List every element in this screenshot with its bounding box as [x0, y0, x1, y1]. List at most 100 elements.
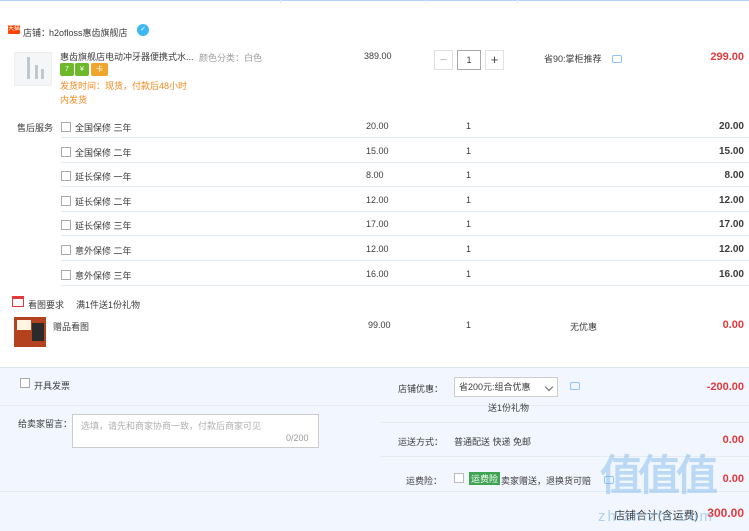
- service-row-divider: [61, 137, 749, 138]
- gift-image-shape: [17, 320, 31, 330]
- coupon-amount: -200.00: [706, 381, 744, 393]
- column-divider: [425, 0, 426, 3]
- service-total: 17.00: [718, 219, 744, 230]
- service-total: 8.00: [724, 170, 744, 181]
- service-checkbox[interactable]: [61, 147, 71, 157]
- service-row-divider: [61, 211, 749, 212]
- service-row-divider: [61, 186, 749, 187]
- seven-day-return-badge[interactable]: 7: [60, 63, 74, 76]
- card-pay-badge[interactable]: 卡: [91, 63, 108, 76]
- table-top-border: [0, 0, 749, 3]
- service-total: 20.00: [718, 121, 744, 132]
- service-name: 延长保修 二年: [75, 197, 132, 207]
- gift-thumbnail[interactable]: [14, 317, 46, 347]
- ww-chat-icon[interactable]: ✓: [137, 24, 149, 36]
- product-sku: 颜色分类：白色: [199, 53, 263, 63]
- service-total: 12.00: [718, 244, 744, 255]
- service-price: 16.00: [366, 269, 389, 279]
- insurance-amount: 0.00: [722, 473, 744, 485]
- after-sale-title: 售后服务: [17, 123, 54, 133]
- shop-name-link[interactable]: h2ofloss惠齿旗舰店: [49, 26, 128, 39]
- promo-info-icon[interactable]: [612, 55, 622, 63]
- gift-image-shape: [32, 323, 44, 341]
- service-total: 12.00: [718, 195, 744, 206]
- watermark-url: zhizhizhi.com: [598, 508, 715, 525]
- service-price: 20.00: [366, 121, 389, 131]
- service-price: 12.00: [366, 195, 389, 205]
- quantity-plus-button[interactable]: +: [485, 50, 504, 70]
- gift-rule: 满1件送1份礼物: [76, 300, 141, 310]
- service-row-divider: [61, 235, 749, 236]
- service-row-divider: [61, 285, 749, 286]
- service-row-divider: [61, 260, 749, 261]
- insurance-text: 卖家赠送，退换货可赔: [501, 476, 592, 486]
- service-name: 延长保修 一年: [75, 172, 132, 182]
- service-qty: 1: [466, 219, 472, 229]
- insurance-label: 运费险：: [406, 476, 443, 486]
- panel-divider: [381, 422, 749, 423]
- service-name: 意外保修 三年: [75, 271, 132, 281]
- delivery-label: 运送方式：: [398, 437, 444, 447]
- invoice-label: 开具发票: [34, 381, 71, 391]
- gift-qty: 1: [466, 320, 472, 330]
- service-qty: 1: [466, 244, 472, 254]
- shipping-time: 发货时间：现货，付款后48小时 内发货: [60, 79, 200, 107]
- chevron-down-icon: [544, 382, 554, 392]
- product-thumbnail[interactable]: [14, 52, 52, 86]
- service-checkbox[interactable]: [61, 171, 71, 181]
- item-subtotal: 299.00: [710, 51, 744, 63]
- quantity-input[interactable]: 1: [457, 50, 481, 70]
- product-image-shape: [35, 65, 38, 79]
- invoice-checkbox[interactable]: [20, 378, 30, 388]
- service-checkbox[interactable]: [61, 270, 71, 280]
- service-price: 15.00: [366, 146, 389, 156]
- shipping-time-line1: 发货时间：现货，付款后48小时: [60, 81, 188, 91]
- gift-requirement-label: 看图要求: [28, 300, 65, 310]
- insurance-tag: 运费险: [469, 472, 501, 485]
- column-divider: [280, 0, 281, 3]
- seller-message-input[interactable]: 选填，请先和商家协商一致，付款后商家可见: [72, 414, 319, 448]
- product-title-link[interactable]: 惠齿旗舰店电动冲牙器便携式水...: [60, 50, 200, 63]
- shop-label: 店铺：: [23, 28, 51, 38]
- delivery-amount: 0.00: [722, 434, 744, 446]
- service-name: 全国保修 三年: [75, 123, 132, 133]
- gift-icon: [12, 296, 24, 307]
- service-name: 延长保修 三年: [75, 221, 132, 231]
- shop-coupon-label: 店铺优惠：: [398, 384, 444, 394]
- service-row-divider: [61, 162, 749, 163]
- coupon-gift: 送1份礼物: [488, 403, 530, 413]
- service-checkbox[interactable]: [61, 122, 71, 132]
- service-total: 15.00: [718, 146, 744, 157]
- panel-divider: [0, 405, 749, 406]
- gift-name: 赠品看图: [53, 322, 90, 332]
- delivery-value: 普通配送 快递 免邮: [454, 437, 532, 447]
- shop-coupon-select[interactable]: 省200元:组合优惠: [454, 377, 558, 397]
- coupon-info-icon[interactable]: [570, 382, 580, 390]
- service-price: 12.00: [366, 244, 389, 254]
- insurance-checkbox[interactable]: [454, 473, 464, 483]
- product-image-shape: [41, 69, 44, 79]
- unit-price: 389.00: [364, 51, 392, 61]
- service-checkbox[interactable]: [61, 220, 71, 230]
- message-char-count: 0/200: [286, 433, 309, 443]
- service-name: 意外保修 二年: [75, 246, 132, 256]
- price-protect-badge[interactable]: ¥: [75, 63, 89, 76]
- product-image-shape: [27, 57, 30, 79]
- quantity-minus-button[interactable]: −: [434, 50, 453, 70]
- column-divider: [517, 0, 518, 3]
- shipping-time-line2: 内发货: [60, 95, 88, 105]
- gift-discount: 无优惠: [570, 322, 598, 332]
- service-price: 8.00: [366, 170, 384, 180]
- service-qty: 1: [466, 146, 472, 156]
- message-label: 给卖家留言：: [18, 419, 73, 429]
- service-checkbox[interactable]: [61, 245, 71, 255]
- gift-total: 0.00: [722, 319, 744, 331]
- service-name: 全国保修 二年: [75, 148, 132, 158]
- service-checkbox[interactable]: [61, 196, 71, 206]
- service-qty: 1: [466, 195, 472, 205]
- service-qty: 1: [466, 269, 472, 279]
- service-qty: 1: [466, 170, 472, 180]
- promo-saving: 省90:掌柜推荐: [544, 54, 602, 64]
- quantity-stepper: − 1 +: [434, 50, 506, 70]
- service-price: 17.00: [366, 219, 389, 229]
